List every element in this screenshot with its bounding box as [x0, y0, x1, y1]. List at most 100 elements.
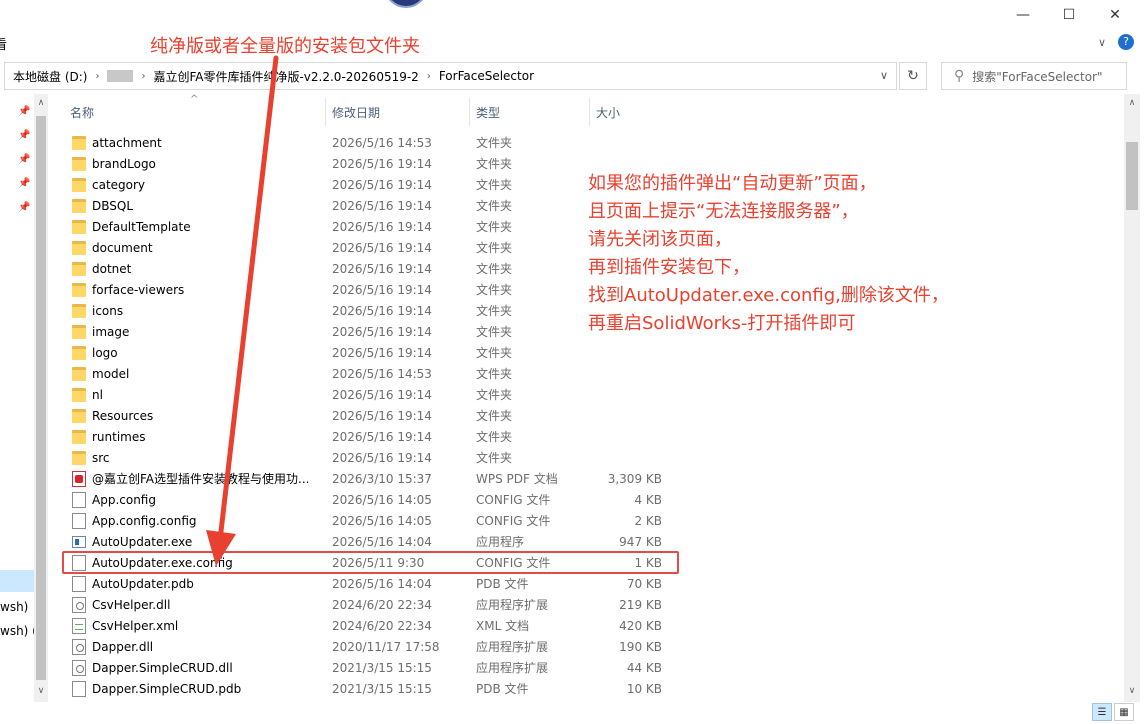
pin-icon[interactable]: 📌 [18, 106, 30, 117]
file-row[interactable]: category 2026/5/16 19:14 文件夹 [60, 174, 680, 195]
maximize-button[interactable]: ☐ [1046, 0, 1092, 30]
file-name-cell[interactable]: DBSQL [72, 198, 322, 213]
file-type: 文件夹 [476, 157, 513, 171]
file-row[interactable]: Dapper.dll 2020/11/17 17:58 应用程序扩展 190 KB [60, 636, 680, 657]
file-name-cell[interactable]: icons [72, 303, 322, 318]
file-name-cell[interactable]: src [72, 450, 322, 465]
file-name-cell[interactable]: category [72, 177, 322, 192]
file-row[interactable]: Dapper.SimpleCRUD.dll 2021/3/15 15:15 应用程序… [60, 657, 680, 678]
nav-scrollbar-thumb[interactable] [36, 116, 46, 680]
file-name: logo [92, 345, 118, 360]
file-row[interactable]: forface-viewers 2026/5/16 19:14 文件夹 [60, 279, 680, 300]
file-date: 2026/5/16 19:14 [332, 345, 432, 360]
nav-item-drive-2[interactable]: wsh) ( [0, 624, 37, 638]
file-row[interactable]: DefaultTemplate 2026/5/16 19:14 文件夹 [60, 216, 680, 237]
breadcrumb-drive[interactable]: 本地磁盘 (D:) [5, 68, 91, 85]
file-row[interactable]: AutoUpdater.exe 2026/5/16 14:04 应用程序 947 KB [60, 531, 680, 552]
file-row[interactable]: image 2026/5/16 19:14 文件夹 [60, 321, 680, 342]
search-box[interactable]: ⚲ 搜索"ForFaceSelector" [941, 62, 1127, 90]
file-row[interactable]: attachment 2026/5/16 14:53 文件夹 [60, 132, 680, 153]
file-row[interactable]: DBSQL 2026/5/16 19:14 文件夹 [60, 195, 680, 216]
file-name-cell[interactable]: dotnet [72, 261, 322, 276]
nav-scroll-up-icon[interactable]: ∧ [34, 98, 48, 108]
file-name-cell[interactable]: CsvHelper.dll [72, 596, 322, 613]
file-type: 文件夹 [476, 199, 513, 213]
file-name-cell[interactable]: image [72, 324, 322, 339]
column-header-size[interactable]: 大小 [586, 98, 686, 126]
nav-scroll-down-icon[interactable]: ∨ [34, 686, 48, 696]
file-row[interactable]: @嘉立创FA选型插件安装教程与使用功... 2026/3/10 15:37 WPS … [60, 468, 680, 489]
file-name-cell[interactable]: model [72, 366, 322, 381]
file-name-cell[interactable]: AutoUpdater.pdb [72, 575, 322, 592]
file-row[interactable]: icons 2026/5/16 19:14 文件夹 [60, 300, 680, 321]
column-header-name[interactable]: 名称 [60, 98, 326, 126]
column-header-date[interactable]: 修改日期 [322, 98, 470, 126]
chevron-right-icon[interactable]: › [91, 71, 103, 82]
file-name-cell[interactable]: AutoUpdater.exe [72, 535, 322, 549]
file-row[interactable]: App.config.config 2026/5/16 14:05 CONFIG 文… [60, 510, 680, 531]
pin-icon[interactable]: 📌 [18, 202, 30, 213]
file-row[interactable]: dotnet 2026/5/16 19:14 文件夹 [60, 258, 680, 279]
file-name: forface-viewers [92, 282, 185, 297]
pin-icon[interactable]: 📌 [18, 130, 30, 141]
file-row[interactable]: Dapper.SimpleCRUD.pdb 2021/3/15 15:15 PDB … [60, 678, 680, 699]
file-name-cell[interactable]: Dapper.SimpleCRUD.dll [72, 659, 322, 676]
file-name-cell[interactable]: logo [72, 345, 322, 360]
file-row[interactable]: CsvHelper.dll 2024/6/20 22:34 应用程序扩展 219 KB [60, 594, 680, 615]
breadcrumb-redacted[interactable] [107, 70, 134, 82]
file-name-cell[interactable]: DefaultTemplate [72, 219, 322, 234]
pin-icon[interactable]: 📌 [18, 178, 30, 189]
file-row[interactable]: model 2026/5/16 14:53 文件夹 [60, 363, 680, 384]
file-name-cell[interactable]: nl [72, 387, 322, 402]
address-history-dropdown-icon[interactable]: ∨ [880, 69, 888, 82]
ribbon-tab-view[interactable]: 看 [0, 34, 7, 53]
close-button[interactable]: ✕ [1092, 0, 1138, 30]
file-list-scrollbar-thumb[interactable] [1126, 142, 1138, 210]
file-name-cell[interactable]: forface-viewers [72, 282, 322, 297]
file-row[interactable]: src 2026/5/16 19:14 文件夹 [60, 447, 680, 468]
details-view-button[interactable]: ☰ [1092, 703, 1112, 721]
file-row[interactable]: brandLogo 2026/5/16 19:14 文件夹 [60, 153, 680, 174]
large-icons-view-button[interactable]: ▦ [1114, 703, 1134, 721]
breadcrumb-package-folder[interactable]: 嘉立创FA零件库插件纯净版-v2.2.0-20260519-2 [149, 68, 422, 85]
file-type: 应用程序扩展 [476, 598, 549, 612]
file-name-cell[interactable]: brandLogo [72, 156, 322, 171]
file-row[interactable]: App.config 2026/5/16 14:05 CONFIG 文件 4 KB [60, 489, 680, 510]
file-row[interactable]: runtimes 2026/5/16 19:14 文件夹 [60, 426, 680, 447]
pin-icon[interactable]: 📌 [18, 154, 30, 165]
file-name-cell[interactable]: document [72, 240, 322, 255]
file-size: 3,309 KB [607, 471, 662, 486]
file-row[interactable]: CsvHelper.xml 2024/6/20 22:34 XML 文档 420 KB [60, 615, 680, 636]
file-name-cell[interactable]: Resources [72, 408, 322, 423]
file-row[interactable]: logo 2026/5/16 19:14 文件夹 [60, 342, 680, 363]
file-name-cell[interactable]: App.config.config [72, 512, 322, 529]
file-row[interactable]: nl 2026/5/16 19:14 文件夹 [60, 384, 680, 405]
nav-item-selected[interactable] [0, 570, 34, 592]
file-name-cell[interactable]: attachment [72, 135, 322, 150]
file-date: 2024/6/20 22:34 [332, 597, 432, 612]
file-row[interactable]: document 2026/5/16 19:14 文件夹 [60, 237, 680, 258]
file-size: 190 KB [619, 639, 662, 654]
address-bar[interactable]: 本地磁盘 (D:) › › 嘉立创FA零件库插件纯净版-v2.2.0-20260… [4, 62, 897, 90]
nav-item-drive-1[interactable]: wsh) [0, 600, 28, 614]
file-name-cell[interactable]: Dapper.dll [72, 638, 322, 655]
file-row[interactable]: AutoUpdater.pdb 2026/5/16 14:04 PDB 文件 70 K… [60, 573, 680, 594]
scroll-up-icon[interactable]: ∧ [1125, 98, 1139, 108]
file-name-cell[interactable]: runtimes [72, 429, 322, 444]
chevron-right-icon[interactable]: › [137, 71, 149, 82]
file-name-cell[interactable]: @嘉立创FA选型插件安装教程与使用功... [72, 470, 322, 487]
refresh-button[interactable]: ↻ [899, 62, 927, 90]
file-name: CsvHelper.xml [92, 618, 179, 633]
column-header-type[interactable]: 类型 [466, 98, 590, 126]
search-input[interactable]: 搜索"ForFaceSelector" [972, 68, 1102, 85]
breadcrumb-current-folder[interactable]: ForFaceSelector [435, 69, 538, 83]
file-name-cell[interactable]: Dapper.SimpleCRUD.pdb [72, 680, 322, 697]
ribbon-expand-icon[interactable]: ∨ [1098, 36, 1106, 49]
scroll-down-icon[interactable]: ∨ [1125, 686, 1139, 696]
file-row[interactable]: Resources 2026/5/16 19:14 文件夹 [60, 405, 680, 426]
chevron-right-icon[interactable]: › [423, 71, 435, 82]
help-icon[interactable]: ? [1118, 34, 1134, 50]
file-name-cell[interactable]: CsvHelper.xml [72, 617, 322, 634]
file-name-cell[interactable]: App.config [72, 491, 322, 508]
minimize-button[interactable]: — [1000, 0, 1046, 30]
